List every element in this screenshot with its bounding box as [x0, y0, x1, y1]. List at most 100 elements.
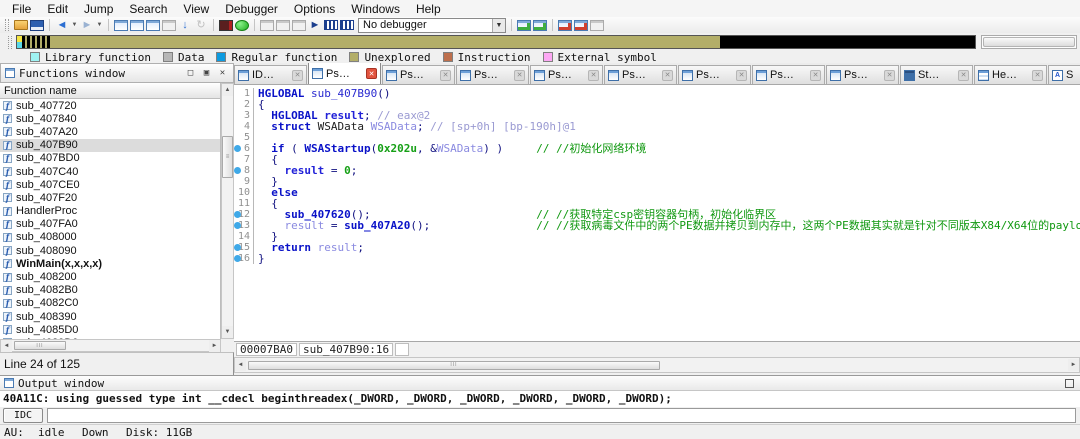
navigate-back-icon[interactable]: ◄ [55, 18, 69, 32]
tab-st[interactable]: St…✕ [900, 65, 973, 84]
function-row[interactable]: fsub_408000 [0, 231, 220, 244]
pseudocode-hscroll-thumb[interactable]: III [248, 361, 660, 370]
tab-close-icon[interactable]: ✕ [366, 68, 377, 79]
breakpoint-list-icon[interactable] [558, 20, 572, 31]
idc-language-button[interactable]: IDC [3, 408, 43, 423]
jump-address-icon[interactable]: ↓ [178, 18, 192, 32]
start-process-icon[interactable]: ► [308, 18, 322, 32]
navband-drag-handle[interactable] [8, 36, 12, 49]
run-until-return-icon[interactable] [533, 20, 547, 31]
function-row[interactable]: fsub_407BD0 [0, 152, 220, 165]
pseudocode-horizontal-scrollbar[interactable]: ◄ III ► [234, 357, 1080, 373]
ida-view-icon[interactable] [219, 20, 233, 31]
output-window-titlebar[interactable]: Output window [0, 375, 1080, 391]
scroll-right-icon[interactable]: ► [1068, 359, 1079, 371]
scroll-up-icon[interactable]: ▲ [222, 84, 233, 96]
save-database-icon[interactable] [30, 20, 44, 31]
analysis-status-icon[interactable] [235, 20, 249, 31]
scroll-down-icon[interactable]: ▼ [222, 326, 233, 338]
tab-ps[interactable]: Ps…✕ [308, 63, 381, 84]
menu-item-search[interactable]: Search [121, 1, 175, 17]
refresh-icon[interactable]: ↻ [194, 18, 208, 32]
cli-input[interactable] [47, 408, 1076, 423]
tab-close-icon[interactable]: ✕ [662, 70, 673, 81]
jump-function-icon[interactable] [130, 20, 144, 31]
functions-horizontal-scrollbar[interactable]: ◄ III ► [0, 339, 221, 352]
add-breakpoint-icon[interactable] [574, 20, 588, 31]
tab-ps[interactable]: Ps…✕ [752, 65, 825, 84]
debugger-options-icon[interactable] [292, 20, 306, 31]
navband-track[interactable] [16, 35, 976, 49]
edit-breakpoint-icon[interactable] [590, 20, 604, 31]
stop-process-icon[interactable] [340, 20, 354, 30]
menu-item-options[interactable]: Options [286, 1, 343, 17]
step-over-icon[interactable] [517, 20, 531, 31]
function-row[interactable]: fsub_407720 [0, 99, 220, 112]
toolbar-drag-handle[interactable] [5, 19, 9, 31]
tab-he[interactable]: He…✕ [974, 65, 1047, 84]
functions-vertical-scrollbar[interactable]: ▲ ≡ ▼ [221, 83, 234, 339]
chevron-down-icon[interactable]: ▼ [492, 19, 505, 32]
menu-item-debugger[interactable]: Debugger [217, 1, 286, 17]
tab-close-icon[interactable]: ✕ [884, 70, 895, 81]
function-row[interactable]: fsub_407F20 [0, 191, 220, 204]
function-row[interactable]: fsub_408090 [0, 244, 220, 257]
jump-by-name-icon[interactable] [114, 20, 128, 31]
tab-ps[interactable]: Ps…✕ [678, 65, 751, 84]
forward-history-icon[interactable]: ▼ [96, 18, 103, 32]
tab-close-icon[interactable]: ✕ [588, 70, 599, 81]
debugger-window-icon[interactable] [260, 20, 274, 31]
function-row[interactable]: fsub_407840 [0, 112, 220, 125]
navigate-forward-icon[interactable]: ► [80, 18, 94, 32]
back-history-icon[interactable]: ▼ [71, 18, 78, 32]
maximize-icon[interactable]: □ [184, 67, 197, 80]
function-row[interactable]: fsub_407FA0 [0, 218, 220, 231]
functions-window-titlebar[interactable]: Functions window □ ▣ ✕ [0, 63, 234, 83]
tab-ps[interactable]: Ps…✕ [382, 65, 455, 84]
functions-column-header[interactable]: Function name [0, 83, 221, 99]
menu-item-help[interactable]: Help [408, 1, 449, 17]
function-row[interactable]: fsub_407C40 [0, 165, 220, 178]
tab-close-icon[interactable]: ✕ [440, 70, 451, 81]
tab-close-icon[interactable]: ✕ [292, 70, 303, 81]
open-file-icon[interactable] [14, 20, 28, 30]
debugger-select[interactable]: No debugger▼ [358, 18, 506, 33]
function-row[interactable]: fsub_407B90 [0, 139, 220, 152]
tab-ps[interactable]: Ps…✕ [826, 65, 899, 84]
jump-segment-icon[interactable] [146, 20, 160, 31]
output-window-dock-icon[interactable] [1065, 379, 1074, 388]
function-row[interactable]: fsub_4082B0 [0, 284, 220, 297]
function-row[interactable]: fsub_407A20 [0, 125, 220, 138]
close-icon[interactable]: ✕ [216, 67, 229, 80]
function-row[interactable]: fWinMain(x,x,x,x) [0, 257, 220, 270]
menu-item-windows[interactable]: Windows [343, 1, 408, 17]
menu-item-file[interactable]: File [4, 1, 39, 17]
functions-scroll-thumb[interactable]: ≡ [222, 136, 233, 178]
tab-close-icon[interactable]: ✕ [810, 70, 821, 81]
menu-item-jump[interactable]: Jump [76, 1, 121, 17]
float-window-icon[interactable]: ▣ [200, 67, 213, 80]
navigation-band[interactable] [0, 33, 1080, 51]
tab-close-icon[interactable]: ✕ [958, 70, 969, 81]
function-row[interactable]: fsub_408390 [0, 310, 220, 323]
navband-scroll-thumb[interactable] [983, 37, 1075, 47]
jump-problem-icon[interactable] [162, 20, 176, 31]
attach-process-icon[interactable] [276, 20, 290, 31]
scroll-right-icon[interactable]: ► [209, 340, 220, 352]
tab-close-icon[interactable]: ✕ [514, 70, 525, 81]
menu-item-edit[interactable]: Edit [39, 1, 76, 17]
tab-ps[interactable]: Ps…✕ [530, 65, 603, 84]
function-row[interactable]: fsub_407CE0 [0, 178, 220, 191]
menu-item-view[interactable]: View [175, 1, 217, 17]
scroll-left-icon[interactable]: ◄ [235, 359, 246, 371]
function-row[interactable]: fsub_4085D0 [0, 323, 220, 336]
pause-process-icon[interactable] [324, 20, 338, 30]
tab-close-icon[interactable]: ✕ [1032, 70, 1043, 81]
tab-ps[interactable]: Ps…✕ [456, 65, 529, 84]
tab-id[interactable]: ID…✕ [234, 65, 307, 84]
scroll-left-icon[interactable]: ◄ [1, 340, 12, 352]
tab-close-icon[interactable]: ✕ [736, 70, 747, 81]
function-row[interactable]: fHandlerProc [0, 205, 220, 218]
tab-ps[interactable]: Ps…✕ [604, 65, 677, 84]
functions-hscroll-thumb[interactable]: III [14, 341, 66, 350]
